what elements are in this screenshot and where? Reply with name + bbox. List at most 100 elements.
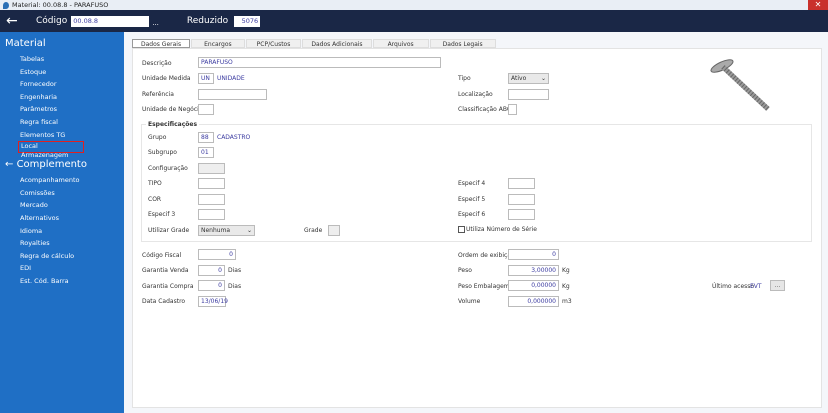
peso-emb-input[interactable]: 0,00000: [508, 280, 559, 291]
volume-input[interactable]: 0,000000: [508, 296, 559, 307]
sidebar-item-royalties[interactable]: Royalties: [20, 237, 124, 250]
unidade-label: Unidade Medida: [142, 75, 191, 82]
subgrupo-input[interactable]: 01: [198, 147, 214, 158]
tab-dados-adicionais[interactable]: Dados Adicionais: [302, 39, 372, 48]
cor-label: COR: [148, 196, 162, 203]
serie-checkbox[interactable]: Utiliza Número de Série: [458, 226, 537, 233]
configuracao-input: [198, 163, 225, 174]
garantia-compra-label: Garantia Compra: [142, 283, 194, 290]
chevron-down-icon: ⌄: [246, 227, 252, 234]
complemento-section[interactable]: ← Complemento: [5, 159, 124, 170]
grupo-label: Grupo: [148, 134, 167, 141]
sidebar: Material Tabelas Estoque Fornecedor Enge…: [0, 32, 124, 413]
sidebar-item-elementos-tg[interactable]: Elementos TG: [20, 129, 124, 142]
sidebar-item-fornecedor[interactable]: Fornecedor: [20, 78, 124, 91]
sidebar-item-local-armazenagem[interactable]: Local Armazenagem: [18, 141, 84, 159]
unidade-input[interactable]: UN: [198, 73, 214, 84]
tipo2-input[interactable]: [198, 178, 225, 189]
descricao-input[interactable]: PARAFUSO: [198, 57, 441, 68]
localizacao-input[interactable]: [508, 89, 549, 100]
screw-image: [710, 59, 770, 111]
grupo-input[interactable]: 88: [198, 132, 214, 143]
app-icon: [3, 1, 9, 9]
tab-dados-gerais[interactable]: Dados Gerais: [132, 39, 191, 48]
back-arrow-icon[interactable]: ←: [6, 13, 24, 29]
tipo-label: Tipo: [458, 75, 471, 82]
tipo-select[interactable]: Ativo ⌄: [508, 73, 549, 84]
unidade-negocio-label: Unidade de Negócio: [142, 106, 203, 113]
especif4-input[interactable]: [508, 178, 535, 189]
sidebar-item-parametros[interactable]: Parâmetros: [20, 103, 124, 116]
codigo-label: Código: [36, 16, 68, 26]
serie-label: Utiliza Número de Série: [466, 226, 537, 233]
especificacoes-title: Especificações: [146, 121, 200, 128]
sidebar-item-acompanhamento[interactable]: Acompanhamento: [20, 174, 124, 187]
sidebar-item-tabelas[interactable]: Tabelas: [20, 53, 124, 66]
grade-input: [328, 225, 340, 236]
ordem-input[interactable]: 0: [508, 249, 559, 260]
main-area: Dados Gerais Encargos PCP/Custos Dados A…: [124, 32, 828, 413]
checkbox-icon[interactable]: [458, 226, 465, 233]
codigo-lookup-button[interactable]: ...: [152, 19, 159, 27]
classificacao-label: Classificação ABC: [458, 106, 512, 113]
title-bar: Material: 00.08.8 - PARAFUSO ✕: [0, 0, 828, 10]
sidebar-item-est-cod-barra[interactable]: Est. Cód. Barra: [20, 275, 124, 288]
peso-label: Peso: [458, 267, 472, 274]
volume-unit: m3: [562, 298, 572, 305]
sidebar-item-mercado[interactable]: Mercado: [20, 199, 124, 212]
tab-pcp-custos[interactable]: PCP/Custos: [245, 39, 302, 48]
especif6-label: Especif 6: [458, 211, 486, 218]
peso-input[interactable]: 3,00000: [508, 265, 559, 276]
grupo-desc: CADASTRO: [217, 134, 251, 141]
garantia-venda-label: Garantia Venda: [142, 267, 189, 274]
codigo-input[interactable]: 00.08.8: [71, 15, 150, 27]
close-button[interactable]: ✕: [808, 0, 828, 10]
reduzido-input[interactable]: 5076: [234, 15, 261, 27]
peso-emb-unit: Kg: [562, 283, 570, 290]
referencia-input[interactable]: [198, 89, 267, 100]
tab-bar: Dados Gerais Encargos PCP/Custos Dados A…: [132, 39, 497, 48]
ultimo-acesso-button[interactable]: ...: [770, 280, 785, 291]
classificacao-input[interactable]: [508, 104, 517, 115]
garantia-compra-input[interactable]: 0: [198, 280, 225, 291]
localizacao-label: Localização: [458, 91, 493, 98]
especif6-input[interactable]: [508, 209, 535, 220]
especif4-label: Especif 4: [458, 180, 486, 187]
complemento-title: Complemento: [16, 159, 87, 171]
garantia-compra-unit: Dias: [228, 283, 242, 290]
sidebar-item-estoque[interactable]: Estoque: [20, 66, 124, 79]
utilizar-grade-select[interactable]: Nenhuma ⌄: [198, 225, 255, 236]
window-title: Material: 00.08.8 - PARAFUSO: [12, 1, 109, 9]
sidebar-item-regra-fiscal[interactable]: Regra fiscal: [20, 116, 124, 129]
volume-label: Volume: [458, 298, 481, 305]
data-cadastro-label: Data Cadastro: [142, 298, 186, 305]
ordem-label: Ordem de exibição: [458, 252, 515, 259]
tab-dados-legais[interactable]: Dados Legais: [429, 39, 496, 48]
garantia-venda-unit: Dias: [228, 267, 242, 274]
back-arrow-icon: ←: [5, 159, 14, 171]
descricao-label: Descrição: [142, 60, 172, 67]
unidade-desc: UNIDADE: [217, 75, 245, 82]
peso-unit: Kg: [562, 267, 570, 274]
especif3-label: Especif 3: [148, 211, 176, 218]
sidebar-item-comissoes[interactable]: Comissões: [20, 187, 124, 200]
cor-input[interactable]: [198, 194, 225, 205]
codigo-fiscal-input[interactable]: 0: [198, 249, 236, 260]
tab-arquivos[interactable]: Arquivos: [372, 39, 429, 48]
sidebar-item-engenharia[interactable]: Engenharia: [20, 91, 124, 104]
sidebar-item-idioma[interactable]: Idioma: [20, 225, 124, 238]
sidebar-item-regra-calculo[interactable]: Regra de cálculo: [20, 250, 124, 263]
sidebar-item-alternativos[interactable]: Alternativos: [20, 212, 124, 225]
especif3-input[interactable]: [198, 209, 225, 220]
data-cadastro-input[interactable]: 13/06/19: [198, 296, 228, 307]
sidebar-item-edi[interactable]: EDI: [20, 262, 124, 275]
tipo-value: Ativo: [511, 75, 527, 82]
garantia-venda-input[interactable]: 0: [198, 265, 225, 276]
configuracao-label: Configuração: [148, 165, 188, 172]
unidade-negocio-input[interactable]: [198, 104, 214, 115]
tipo2-label: TIPO: [148, 180, 162, 187]
especif5-input[interactable]: [508, 194, 535, 205]
tab-encargos[interactable]: Encargos: [191, 39, 245, 48]
especif5-label: Especif 5: [458, 196, 486, 203]
chevron-down-icon: ⌄: [540, 75, 546, 82]
